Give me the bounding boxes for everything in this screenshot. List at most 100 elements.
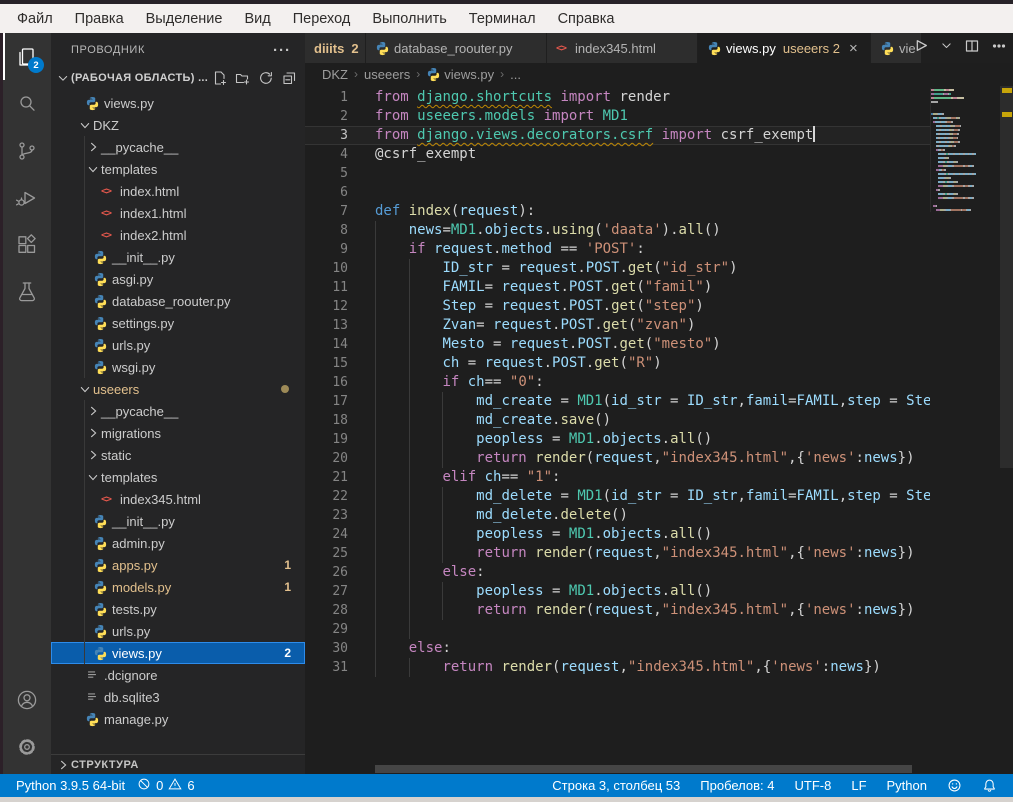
tree-item-asgi.py[interactable]: asgi.py [51, 268, 305, 290]
testing-icon[interactable] [3, 268, 51, 315]
tree-item-apps.py[interactable]: apps.py1 [51, 554, 305, 576]
code-line-4[interactable]: 4@csrf_exempt [305, 145, 930, 164]
code-line-15[interactable]: 15ch = request.POST.get("R") [305, 354, 930, 373]
status-item-utf-8[interactable]: UTF-8 [789, 778, 838, 793]
tree-item-__init__.py[interactable]: __init__.py [51, 510, 305, 532]
breadcrumb-item-useeers[interactable]: useeers [364, 67, 410, 82]
menu-item-выполнить[interactable]: Выполнить [361, 8, 457, 30]
extensions-icon[interactable] [3, 221, 51, 268]
tree-item-models.py[interactable]: models.py1 [51, 576, 305, 598]
code-line-10[interactable]: 10ID_str = request.POST.get("id_str") [305, 259, 930, 278]
vertical-scrollbar[interactable] [1000, 86, 1013, 468]
notifications-bell-icon[interactable] [976, 778, 1003, 793]
tree-item-urls.py[interactable]: urls.py [51, 620, 305, 642]
status-item-python[interactable]: Python [881, 778, 933, 793]
tree-item-templates[interactable]: templates [51, 466, 305, 488]
code-line-19[interactable]: 19peopless = MD1.objects.all() [305, 430, 930, 449]
tree-item-templates[interactable]: templates [51, 158, 305, 180]
code-line-25[interactable]: 25return render(request,"index345.html",… [305, 544, 930, 563]
code-line-21[interactable]: 21elif ch== "1": [305, 468, 930, 487]
code-line-1[interactable]: 1from django.shortcuts import render [305, 88, 930, 107]
search-icon[interactable] [3, 80, 51, 127]
menu-item-файл[interactable]: Файл [6, 8, 64, 30]
code-line-13[interactable]: 13Zvan= request.POST.get("zvan") [305, 316, 930, 335]
outline-section-header[interactable]: СТРУКТУРА [51, 754, 305, 774]
python-interpreter-status[interactable]: Python 3.9.5 64-bit [10, 778, 131, 793]
code-line-23[interactable]: 23md_delete.delete() [305, 506, 930, 525]
chevron-down-icon[interactable] [940, 39, 953, 57]
tree-item-.dcignore[interactable]: .dcignore [51, 664, 305, 686]
code-line-29[interactable]: 29 [305, 620, 930, 639]
feedback-icon[interactable] [941, 778, 968, 793]
status-item-пробелов-4[interactable]: Пробелов: 4 [694, 778, 780, 793]
menu-item-переход[interactable]: Переход [282, 8, 362, 30]
tree-item-urls.py[interactable]: urls.py [51, 334, 305, 356]
code-line-22[interactable]: 22md_delete = MD1(id_str = ID_str,famil=… [305, 487, 930, 506]
menu-item-правка[interactable]: Правка [64, 8, 135, 30]
tree-item-views.py[interactable]: views.py2 [51, 642, 305, 664]
new-folder-icon[interactable] [235, 70, 251, 86]
code-line-12[interactable]: 12Step = request.POST.get("step") [305, 297, 930, 316]
tree-item-__init__.py[interactable]: __init__.py [51, 246, 305, 268]
menu-item-выделение[interactable]: Выделение [135, 8, 234, 30]
menu-item-терминал[interactable]: Терминал [458, 8, 547, 30]
code-line-20[interactable]: 20return render(request,"index345.html",… [305, 449, 930, 468]
source-control-icon[interactable] [3, 127, 51, 174]
code-line-30[interactable]: 30else: [305, 639, 930, 658]
tree-item-static[interactable]: static [51, 444, 305, 466]
tree-item-DKZ[interactable]: DKZ [51, 114, 305, 136]
minimap[interactable] [930, 88, 1000, 212]
tree-item-__pycache__[interactable]: __pycache__ [51, 400, 305, 422]
tree-item-manage.py[interactable]: manage.py [51, 708, 305, 730]
breadcrumb-item-...[interactable]: ... [510, 67, 521, 82]
horizontal-scrollbar[interactable] [375, 765, 912, 773]
explorer-more-icon[interactable]: ··· [273, 42, 291, 59]
code-line-8[interactable]: 8news=MD1.objects.using('daata').all() [305, 221, 930, 240]
code-line-16[interactable]: 16if ch== "0": [305, 373, 930, 392]
run-debug-icon[interactable] [3, 174, 51, 221]
code-line-6[interactable]: 6 [305, 183, 930, 202]
run-icon[interactable] [912, 37, 929, 59]
tree-item-index345.html[interactable]: <>index345.html [51, 488, 305, 510]
code-line-14[interactable]: 14Mesto = request.POST.get("mesto") [305, 335, 930, 354]
tree-item-__pycache__[interactable]: __pycache__ [51, 136, 305, 158]
menu-item-справка[interactable]: Справка [547, 8, 626, 30]
tree-item-index2.html[interactable]: <>index2.html [51, 224, 305, 246]
code-line-24[interactable]: 24peopless = MD1.objects.all() [305, 525, 930, 544]
code-line-3[interactable]: 3from django.views.decorators.csrf impor… [305, 126, 930, 145]
tree-item-db.sqlite3[interactable]: db.sqlite3 [51, 686, 305, 708]
code-line-26[interactable]: 26else: [305, 563, 930, 582]
status-item-строка-3-столбец-53[interactable]: Строка 3, столбец 53 [546, 778, 686, 793]
more-actions-icon[interactable] [991, 38, 1007, 59]
tab-index345.html[interactable]: <>index345.html [547, 33, 697, 63]
close-icon[interactable]: × [849, 41, 858, 56]
explorer-icon[interactable]: 2 [3, 33, 51, 80]
problems-status[interactable]: 0 6 [131, 777, 200, 794]
breadcrumb-item-DKZ[interactable]: DKZ [322, 67, 348, 82]
tree-item-useeers[interactable]: useeers [51, 378, 305, 400]
settings-icon[interactable] [3, 723, 51, 770]
code-line-18[interactable]: 18md_create.save() [305, 411, 930, 430]
tab-views.py[interactable]: views.pyuseeers 2× [698, 33, 870, 63]
status-item-lf[interactable]: LF [845, 778, 872, 793]
tree-item-wsgi.py[interactable]: wsgi.py [51, 356, 305, 378]
code-line-11[interactable]: 11FAMIL= request.POST.get("famil") [305, 278, 930, 297]
code-line-5[interactable]: 5 [305, 164, 930, 183]
tab-diiits[interactable]: diiits2● [305, 33, 365, 63]
collapse-all-icon[interactable] [281, 70, 297, 86]
workspace-section-header[interactable]: (РАБОЧАЯ ОБЛАСТЬ) ... [51, 67, 305, 89]
tree-item-views.py[interactable]: views.py [51, 92, 305, 114]
split-editor-icon[interactable] [964, 38, 980, 59]
tab-database_roouter.py[interactable]: database_roouter.py [366, 33, 546, 63]
code-line-28[interactable]: 28return render(request,"index345.html",… [305, 601, 930, 620]
tree-item-index1.html[interactable]: <>index1.html [51, 202, 305, 224]
tree-item-tests.py[interactable]: tests.py [51, 598, 305, 620]
code-line-31[interactable]: 31return render(request,"index345.html",… [305, 658, 930, 677]
tree-item-database_roouter.py[interactable]: database_roouter.py [51, 290, 305, 312]
tree-item-index.html[interactable]: <>index.html [51, 180, 305, 202]
code-line-17[interactable]: 17md_create = MD1(id_str = ID_str,famil=… [305, 392, 930, 411]
breadcrumb-item-views.py[interactable]: views.py [426, 67, 494, 82]
account-icon[interactable] [3, 676, 51, 723]
refresh-icon[interactable] [258, 70, 274, 86]
code-line-7[interactable]: 7def index(request): [305, 202, 930, 221]
